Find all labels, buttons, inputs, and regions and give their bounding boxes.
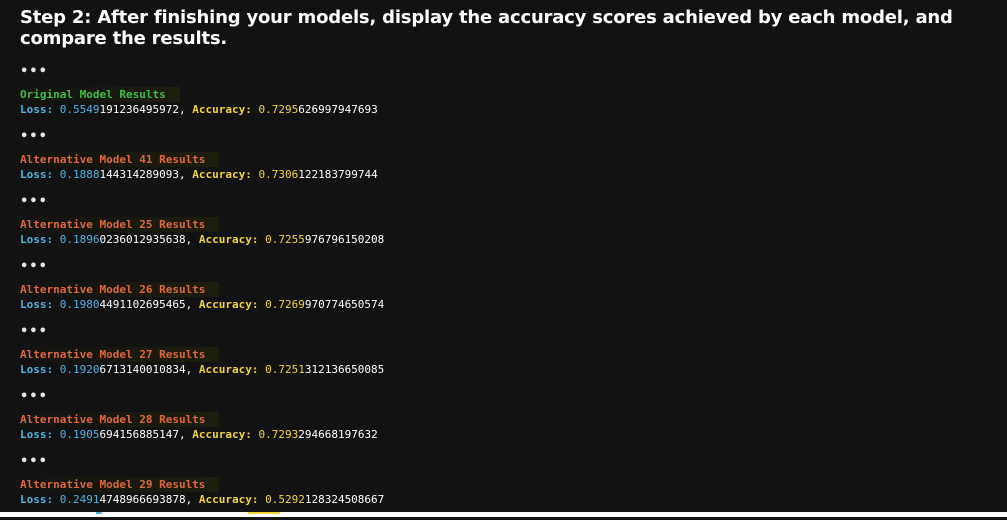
accuracy-label: Accuracy: <box>198 233 259 246</box>
loss-value-head: 0.2491 <box>59 493 100 506</box>
accuracy-label: Accuracy: <box>192 168 252 181</box>
ellipsis-icon[interactable]: ••• <box>20 390 384 409</box>
accuracy-value-head: 0.7293 <box>258 428 299 441</box>
result-title: Original Model Results <box>20 87 180 102</box>
result-metrics: Loss: 0.19206713140010834, Accuracy: 0.7… <box>20 362 384 377</box>
ellipsis-icon[interactable]: ••• <box>20 325 384 344</box>
separator: , <box>178 103 186 116</box>
result-block: ••• Alternative Model 25 Results Loss: 0… <box>20 195 384 260</box>
accuracy-label: Accuracy: <box>198 493 259 506</box>
separator: , <box>185 493 193 506</box>
accuracy-value-head: 0.7269 <box>265 298 305 311</box>
loss-value-head: 0.1980 <box>59 298 100 311</box>
ellipsis-icon[interactable]: ••• <box>20 455 384 474</box>
loss-value-tail: 144314289093 <box>99 168 179 181</box>
separator: , <box>178 428 186 441</box>
separator: , <box>185 298 193 311</box>
result-metrics: Loss: 0.1888144314289093, Accuracy: 0.73… <box>20 167 384 182</box>
results-list: ••• Original Model Results Loss: 0.55491… <box>20 65 384 520</box>
result-block: ••• Alternative Model 27 Results Loss: 0… <box>20 325 384 390</box>
loss-value-head: 0.1920 <box>59 363 100 376</box>
ellipsis-icon[interactable]: ••• <box>20 260 384 279</box>
loss-value-tail: 4748966693878 <box>99 493 186 506</box>
accuracy-value-tail: 970774650574 <box>304 298 385 311</box>
loss-label: Loss: <box>20 103 54 116</box>
accuracy-value-head: 0.7255 <box>265 233 305 246</box>
loss-value-tail: 0236012935638 <box>99 233 186 246</box>
accuracy-value-head: 0.7306 <box>258 168 299 181</box>
result-title: Alternative Model 41 Results <box>20 152 220 167</box>
loss-label: Loss: <box>20 168 54 181</box>
result-metrics: Loss: 0.18960236012935638, Accuracy: 0.7… <box>20 232 384 247</box>
result-metrics: Loss: 0.5549191236495972, Accuracy: 0.72… <box>20 102 384 117</box>
loss-label: Loss: <box>20 493 54 506</box>
loss-label: Loss: <box>20 363 54 376</box>
result-metrics: Loss: 0.19804491102695465, Accuracy: 0.7… <box>20 297 384 312</box>
result-block: ••• Alternative Model 29 Results Loss: 0… <box>20 455 384 520</box>
accuracy-value-head: 0.5292 <box>265 493 305 506</box>
result-title: Alternative Model 29 Results <box>20 477 220 492</box>
loss-value-head: 0.1905 <box>59 428 100 441</box>
loss-value-tail: 694156885147 <box>99 428 179 441</box>
accuracy-label: Accuracy: <box>192 103 252 116</box>
page-heading: Step 2: After finishing your models, dis… <box>20 7 953 49</box>
loss-label: Loss: <box>20 298 54 311</box>
result-block: ••• Original Model Results Loss: 0.55491… <box>20 65 384 130</box>
loss-label: Loss: <box>20 233 54 246</box>
loss-value-tail: 6713140010834 <box>99 363 186 376</box>
accuracy-label: Accuracy: <box>198 298 259 311</box>
loss-value-head: 0.1896 <box>59 233 100 246</box>
accuracy-value-tail: 122183799744 <box>298 168 378 181</box>
ellipsis-icon[interactable]: ••• <box>20 195 384 214</box>
loss-value-tail: 4491102695465 <box>99 298 186 311</box>
accuracy-value-tail: 312136650085 <box>304 363 385 376</box>
loss-value-head: 0.5549 <box>59 103 100 116</box>
accuracy-value-head: 0.7251 <box>265 363 305 376</box>
ellipsis-icon[interactable]: ••• <box>20 65 384 84</box>
result-metrics: Loss: 0.24914748966693878, Accuracy: 0.5… <box>20 492 384 507</box>
result-block: ••• Alternative Model 28 Results Loss: 0… <box>20 390 384 455</box>
accuracy-value-tail: 294668197632 <box>298 428 378 441</box>
result-block: ••• Alternative Model 41 Results Loss: 0… <box>20 130 384 195</box>
separator: , <box>178 168 186 181</box>
loss-label: Loss: <box>20 428 54 441</box>
loss-value-tail: 191236495972 <box>99 103 179 116</box>
result-title: Alternative Model 26 Results <box>20 282 220 297</box>
separator: , <box>185 363 193 376</box>
result-metrics: Loss: 0.1905694156885147, Accuracy: 0.72… <box>20 427 384 442</box>
accuracy-label: Accuracy: <box>192 428 252 441</box>
bottom-accuracy-mark <box>248 512 280 514</box>
accuracy-value-tail: 626997947693 <box>298 103 378 116</box>
accuracy-value-tail: 128324508667 <box>304 493 385 506</box>
loss-value-head: 0.1888 <box>59 168 100 181</box>
result-title: Alternative Model 28 Results <box>20 412 220 427</box>
accuracy-value-tail: 976796150208 <box>304 233 385 246</box>
accuracy-label: Accuracy: <box>198 363 259 376</box>
result-title: Alternative Model 25 Results <box>20 217 220 232</box>
result-block: ••• Alternative Model 26 Results Loss: 0… <box>20 260 384 325</box>
result-title: Alternative Model 27 Results <box>20 347 220 362</box>
bottom-loss-mark <box>96 512 102 514</box>
ellipsis-icon[interactable]: ••• <box>20 130 384 149</box>
separator: , <box>185 233 193 246</box>
bottom-divider <box>0 512 1007 517</box>
accuracy-value-head: 0.7295 <box>258 103 299 116</box>
